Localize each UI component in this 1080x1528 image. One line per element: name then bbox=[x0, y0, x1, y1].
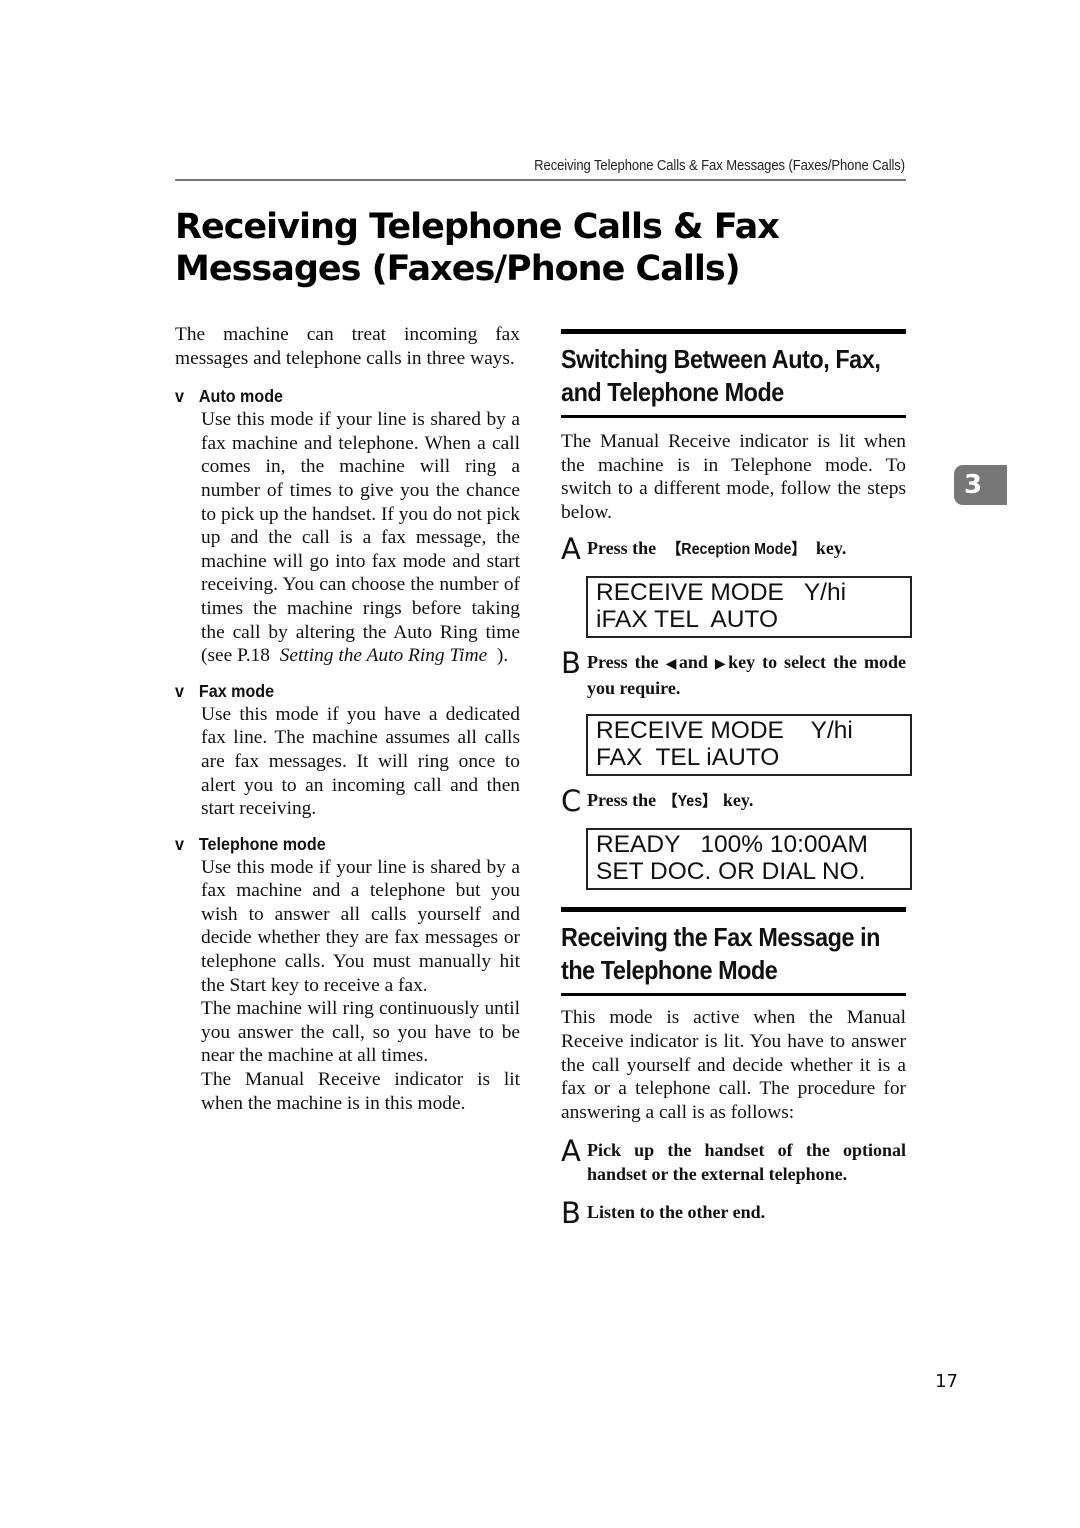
bullet-icon: v bbox=[175, 680, 184, 701]
bullet-icon: v bbox=[175, 833, 184, 854]
step-post: key. bbox=[718, 790, 754, 811]
section-title-telephone-mode: Receiving the Fax Message in the Telepho… bbox=[561, 921, 881, 987]
lcd-line: FAX TEL iAUTO bbox=[596, 744, 780, 772]
yes-key: 【Yes】 bbox=[662, 793, 717, 811]
lcd-line: RECEIVE MODE Y/hi bbox=[596, 579, 847, 607]
lcd-display: RECEIVE MODE Y/hi iFAX TEL AUTO bbox=[586, 576, 912, 639]
section-title-line: the Telephone Mode bbox=[561, 955, 778, 986]
mode-body: Use this mode if your line is shared by … bbox=[201, 408, 520, 668]
mode-paragraph: The machine will ring continuously until… bbox=[201, 998, 520, 1067]
mode-heading: v Fax mode bbox=[175, 679, 492, 703]
right-arrow-icon: ▶ bbox=[714, 656, 729, 673]
section-title-switching: Switching Between Auto, Fax, and Telepho… bbox=[561, 343, 881, 409]
running-header: Receiving Telephone Calls & Fax Messages… bbox=[534, 158, 905, 174]
page-title-line-1: Receiving Telephone Calls & Fax bbox=[175, 207, 780, 247]
lcd-line: iFAX TEL AUTO bbox=[596, 606, 779, 634]
step-b: B Press the ◀and ▶key to select the mode… bbox=[561, 646, 906, 700]
step-letter: B bbox=[561, 646, 581, 681]
step-c: C Press the 【Yes】 key. bbox=[561, 784, 906, 819]
page-number: 17 bbox=[935, 1371, 958, 1392]
step-b: B Listen to the other end. bbox=[561, 1196, 906, 1231]
step-post: key. bbox=[811, 538, 847, 559]
chapter-tab[interactable]: 3 bbox=[954, 465, 1007, 505]
step-a: A Pick up the handset of the optional ha… bbox=[561, 1134, 906, 1186]
page-title-line-2: Messages (Faxes/Phone Calls) bbox=[175, 249, 741, 289]
mode-heading: v Auto mode bbox=[175, 384, 492, 408]
header-rule bbox=[175, 179, 906, 181]
right-column: Switching Between Auto, Fax, and Telepho… bbox=[561, 329, 912, 1231]
lcd-line: READY 100% 10:00AM bbox=[596, 831, 868, 859]
section-body: This mode is active when the Manual Rece… bbox=[561, 1007, 906, 1123]
lcd-display: RECEIVE MODE Y/hi FAX TEL iAUTO bbox=[586, 714, 912, 777]
section-title-line: and Telephone Mode bbox=[561, 377, 784, 407]
step-text: Pick up the handset of the optional hand… bbox=[587, 1140, 906, 1185]
section-bottom-rule bbox=[561, 415, 906, 418]
left-arrow-icon: ◀ bbox=[665, 656, 679, 673]
mode-title: Auto mode bbox=[198, 386, 283, 407]
mode-paragraph-text: Use this mode if your line is shared by … bbox=[201, 409, 520, 667]
section-title-line: Switching Between Auto, Fax, bbox=[561, 344, 881, 374]
step-letter: A bbox=[561, 532, 581, 567]
intro-paragraph: The machine can treat incoming fax messa… bbox=[175, 324, 520, 369]
step-letter: B bbox=[561, 1196, 581, 1231]
bullet-icon: v bbox=[175, 386, 184, 407]
step-pre: Press the bbox=[587, 652, 666, 673]
cross-reference-link[interactable]: Setting the Auto Ring Time bbox=[280, 645, 488, 666]
mode-body: Use this mode if you have a dedicated fa… bbox=[201, 703, 520, 821]
lcd-display: READY 100% 10:00AM SET DOC. OR DIAL NO. bbox=[586, 828, 912, 891]
mode-paragraph: Use this mode if your line is shared by … bbox=[201, 856, 520, 996]
mode-item-auto: v Auto mode Use this mode if your line i… bbox=[175, 384, 520, 668]
section-body: The Manual Receive indicator is lit when… bbox=[561, 431, 906, 523]
mode-body: Use this mode if your line is shared by … bbox=[201, 856, 520, 1116]
step-a: A Press the 【Reception Mode】 key. bbox=[561, 532, 906, 567]
section-top-rule bbox=[561, 329, 906, 334]
step-text: Press the 【Yes】 key. bbox=[587, 788, 906, 814]
step-letter: C bbox=[561, 784, 581, 819]
mode-paragraph: Use this mode if you have a dedicated fa… bbox=[201, 703, 520, 820]
step-pre: Press the bbox=[587, 538, 661, 559]
mode-title: Fax mode bbox=[198, 680, 275, 701]
step-text: Listen to the other end. bbox=[587, 1202, 766, 1223]
xref-close: ). bbox=[496, 645, 509, 667]
step-text: Press the ◀and ▶key to select the mode y… bbox=[587, 650, 906, 700]
reception-mode-key: 【Reception Mode】 bbox=[666, 541, 806, 559]
mode-item-fax: v Fax mode Use this mode if you have a d… bbox=[175, 679, 520, 821]
mode-item-telephone: v Telephone mode Use this mode if your l… bbox=[175, 832, 520, 1116]
step-letter: A bbox=[561, 1134, 581, 1169]
lcd-line: RECEIVE MODE Y/hi bbox=[596, 717, 853, 745]
left-column: The machine can treat incoming fax messa… bbox=[175, 323, 520, 1126]
section-bottom-rule bbox=[561, 993, 906, 997]
section-title-line: Receiving the Fax Message in bbox=[561, 922, 881, 953]
step-mid: and bbox=[678, 652, 715, 673]
step-pre: Press the bbox=[587, 790, 661, 811]
step-text: Press the 【Reception Mode】 key. bbox=[587, 536, 906, 562]
mode-paragraph: The Manual Receive indicator is lit when… bbox=[201, 1069, 520, 1114]
section-top-rule bbox=[561, 907, 906, 913]
mode-heading: v Telephone mode bbox=[175, 832, 492, 856]
mode-title: Telephone mode bbox=[198, 833, 326, 854]
lcd-line: SET DOC. OR DIAL NO. bbox=[596, 858, 866, 886]
page-title: Receiving Telephone Calls & Fax Messages… bbox=[175, 206, 915, 290]
mode-paragraph: Use this mode if your line is shared by … bbox=[201, 408, 520, 668]
